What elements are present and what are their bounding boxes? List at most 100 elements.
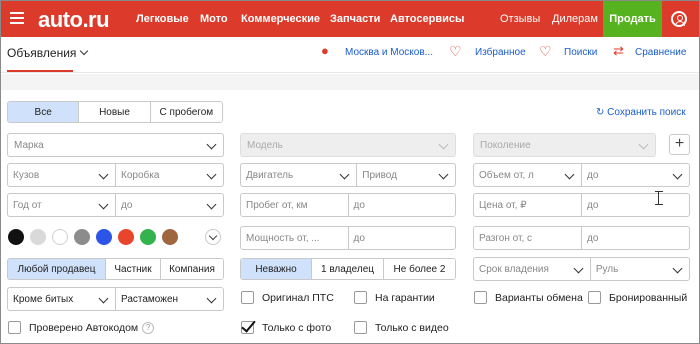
ownership-wheel-group: Срок владения Руль (473, 257, 690, 281)
checkbox-box (8, 321, 21, 334)
with-photo-checkbox[interactable]: Только с фото (241, 321, 331, 334)
year-group: Год от до (7, 193, 224, 217)
generation-select[interactable]: Поколение (473, 133, 656, 157)
warranty-label: На гарантии (375, 291, 435, 304)
logo[interactable]: auto.ru (38, 7, 110, 33)
reviews-link[interactable]: Отзывы (500, 13, 540, 25)
menu-icon[interactable] (10, 12, 24, 24)
save-search-label: Сохранить поиск (607, 107, 686, 118)
heart-icon: ♡ (449, 43, 462, 59)
power-from-input[interactable]: Мощность от, ... (241, 227, 348, 249)
model-select[interactable]: Модель (240, 133, 456, 157)
searches-link[interactable]: Поиски (564, 47, 597, 58)
accel-to-input[interactable]: до (581, 227, 689, 249)
checkmark-icon (241, 321, 254, 334)
chevron-down-icon (80, 46, 89, 56)
gearbox-select[interactable]: Коробка (115, 164, 223, 186)
ownership-select[interactable]: Срок владения (474, 258, 590, 280)
price-to-input[interactable]: до (581, 194, 689, 216)
exchange-label: Варианты обмена (495, 291, 583, 304)
tab-max-two[interactable]: Не более 2 (384, 259, 455, 279)
owners-tabs: Неважно 1 владелец Не более 2 (240, 258, 456, 280)
wheel-select[interactable]: Руль (589, 258, 689, 280)
exchange-checkbox[interactable]: Варианты обмена (474, 291, 583, 304)
tab-private[interactable]: Частник (106, 259, 161, 279)
damage-select[interactable]: Кроме битых (8, 288, 115, 310)
volume-group: Объем от, л до (473, 163, 690, 187)
nav-cars[interactable]: Легковые (136, 13, 189, 25)
tab-any-seller[interactable]: Любой продавец (8, 259, 106, 279)
autocode-label: Проверено Автокодом (29, 321, 139, 334)
color-swatch[interactable] (8, 229, 24, 245)
mileage-to-input[interactable]: до (347, 194, 456, 216)
engine-select[interactable]: Двигатель (241, 164, 356, 186)
chevron-down-icon[interactable] (205, 229, 221, 245)
favorites-link[interactable]: Избранное (475, 47, 526, 58)
compare-link[interactable]: Сравнение (635, 47, 686, 58)
tab-owners-any[interactable]: Неважно (241, 259, 312, 279)
tab-new[interactable]: Новые (79, 102, 151, 122)
acceleration-group: Разгон от, с до (473, 226, 690, 250)
color-swatch[interactable] (118, 229, 134, 245)
color-swatch[interactable] (96, 229, 112, 245)
saved-search-icon: ♡ (539, 43, 552, 59)
color-swatches (8, 229, 178, 245)
volume-from-select[interactable]: Объем от, л (474, 164, 581, 186)
autocode-checkbox[interactable]: Проверено Автокодом? (8, 321, 155, 334)
with-video-label: Только с видео (375, 321, 449, 334)
mileage-from-input[interactable]: Пробег от, км (241, 194, 348, 216)
sell-button[interactable]: Продать (603, 1, 662, 37)
nav-services[interactable]: Автосервисы (390, 13, 464, 25)
power-to-input[interactable]: до (347, 227, 456, 249)
nav-commercial[interactable]: Коммерческие (241, 13, 320, 25)
nav-parts[interactable]: Запчасти (330, 13, 380, 25)
help-icon[interactable]: ? (142, 321, 155, 334)
year-from-select[interactable]: Год от (8, 194, 115, 216)
color-swatch[interactable] (30, 229, 46, 245)
location-link[interactable]: Москва и Москов... (345, 47, 433, 58)
seller-tabs: Любой продавец Частник Компания (7, 258, 224, 280)
checkbox-box (474, 291, 487, 304)
dealers-link[interactable]: Дилерам (552, 13, 598, 25)
tab-one-owner[interactable]: 1 владелец (312, 259, 384, 279)
header-spacer (1, 74, 699, 90)
with-photo-label: Только с фото (262, 321, 332, 334)
checkbox-box (354, 291, 367, 304)
sub-navbar: Объявления ● Москва и Москов... ♡ Избран… (1, 37, 699, 73)
brand-select[interactable]: Марка (7, 133, 224, 157)
tab-company[interactable]: Компания (161, 259, 223, 279)
original-pts-label: Оригинал ПТС (262, 291, 334, 304)
active-underline (7, 70, 73, 72)
year-to-select[interactable]: до (115, 194, 223, 216)
color-swatch[interactable] (52, 229, 68, 245)
damage-customs-group: Кроме битых Растаможен (7, 287, 224, 311)
color-swatch[interactable] (74, 229, 90, 245)
warranty-checkbox[interactable]: На гарантии (354, 291, 435, 304)
tab-all[interactable]: Все (8, 102, 80, 122)
with-video-checkbox[interactable]: Только с видео (354, 321, 449, 334)
nav-moto[interactable]: Мото (200, 13, 228, 25)
drive-select[interactable]: Привод (356, 164, 455, 186)
body-select[interactable]: Кузов (8, 164, 115, 186)
top-navbar: auto.ru Легковые Мото Коммерческие Запча… (1, 1, 699, 37)
price-from-input[interactable]: Цена от, ₽ (474, 194, 581, 216)
user-icon[interactable] (671, 11, 687, 27)
engine-drive-group: Двигатель Привод (240, 163, 456, 187)
color-swatch[interactable] (140, 229, 156, 245)
section-label: Объявления (7, 46, 77, 60)
section-dropdown[interactable]: Объявления (7, 46, 89, 60)
customs-select[interactable]: Растаможен (115, 288, 223, 310)
location-pin-icon: ● (321, 43, 329, 58)
compare-icon: ⇄ (613, 43, 624, 58)
color-swatch[interactable] (162, 229, 178, 245)
booked-checkbox[interactable]: Бронированный (588, 291, 687, 304)
save-search-link[interactable]: ↻ Сохранить поиск (596, 107, 686, 118)
tab-used[interactable]: С пробегом (150, 102, 222, 122)
add-brand-button[interactable]: + (669, 134, 690, 155)
mileage-group: Пробег от, км до (240, 193, 456, 217)
volume-to-select[interactable]: до (581, 164, 689, 186)
checkbox-box (588, 291, 601, 304)
accel-from-input[interactable]: Разгон от, с (474, 227, 581, 249)
text-cursor-icon (655, 191, 663, 205)
original-pts-checkbox[interactable]: Оригинал ПТС (241, 291, 334, 304)
